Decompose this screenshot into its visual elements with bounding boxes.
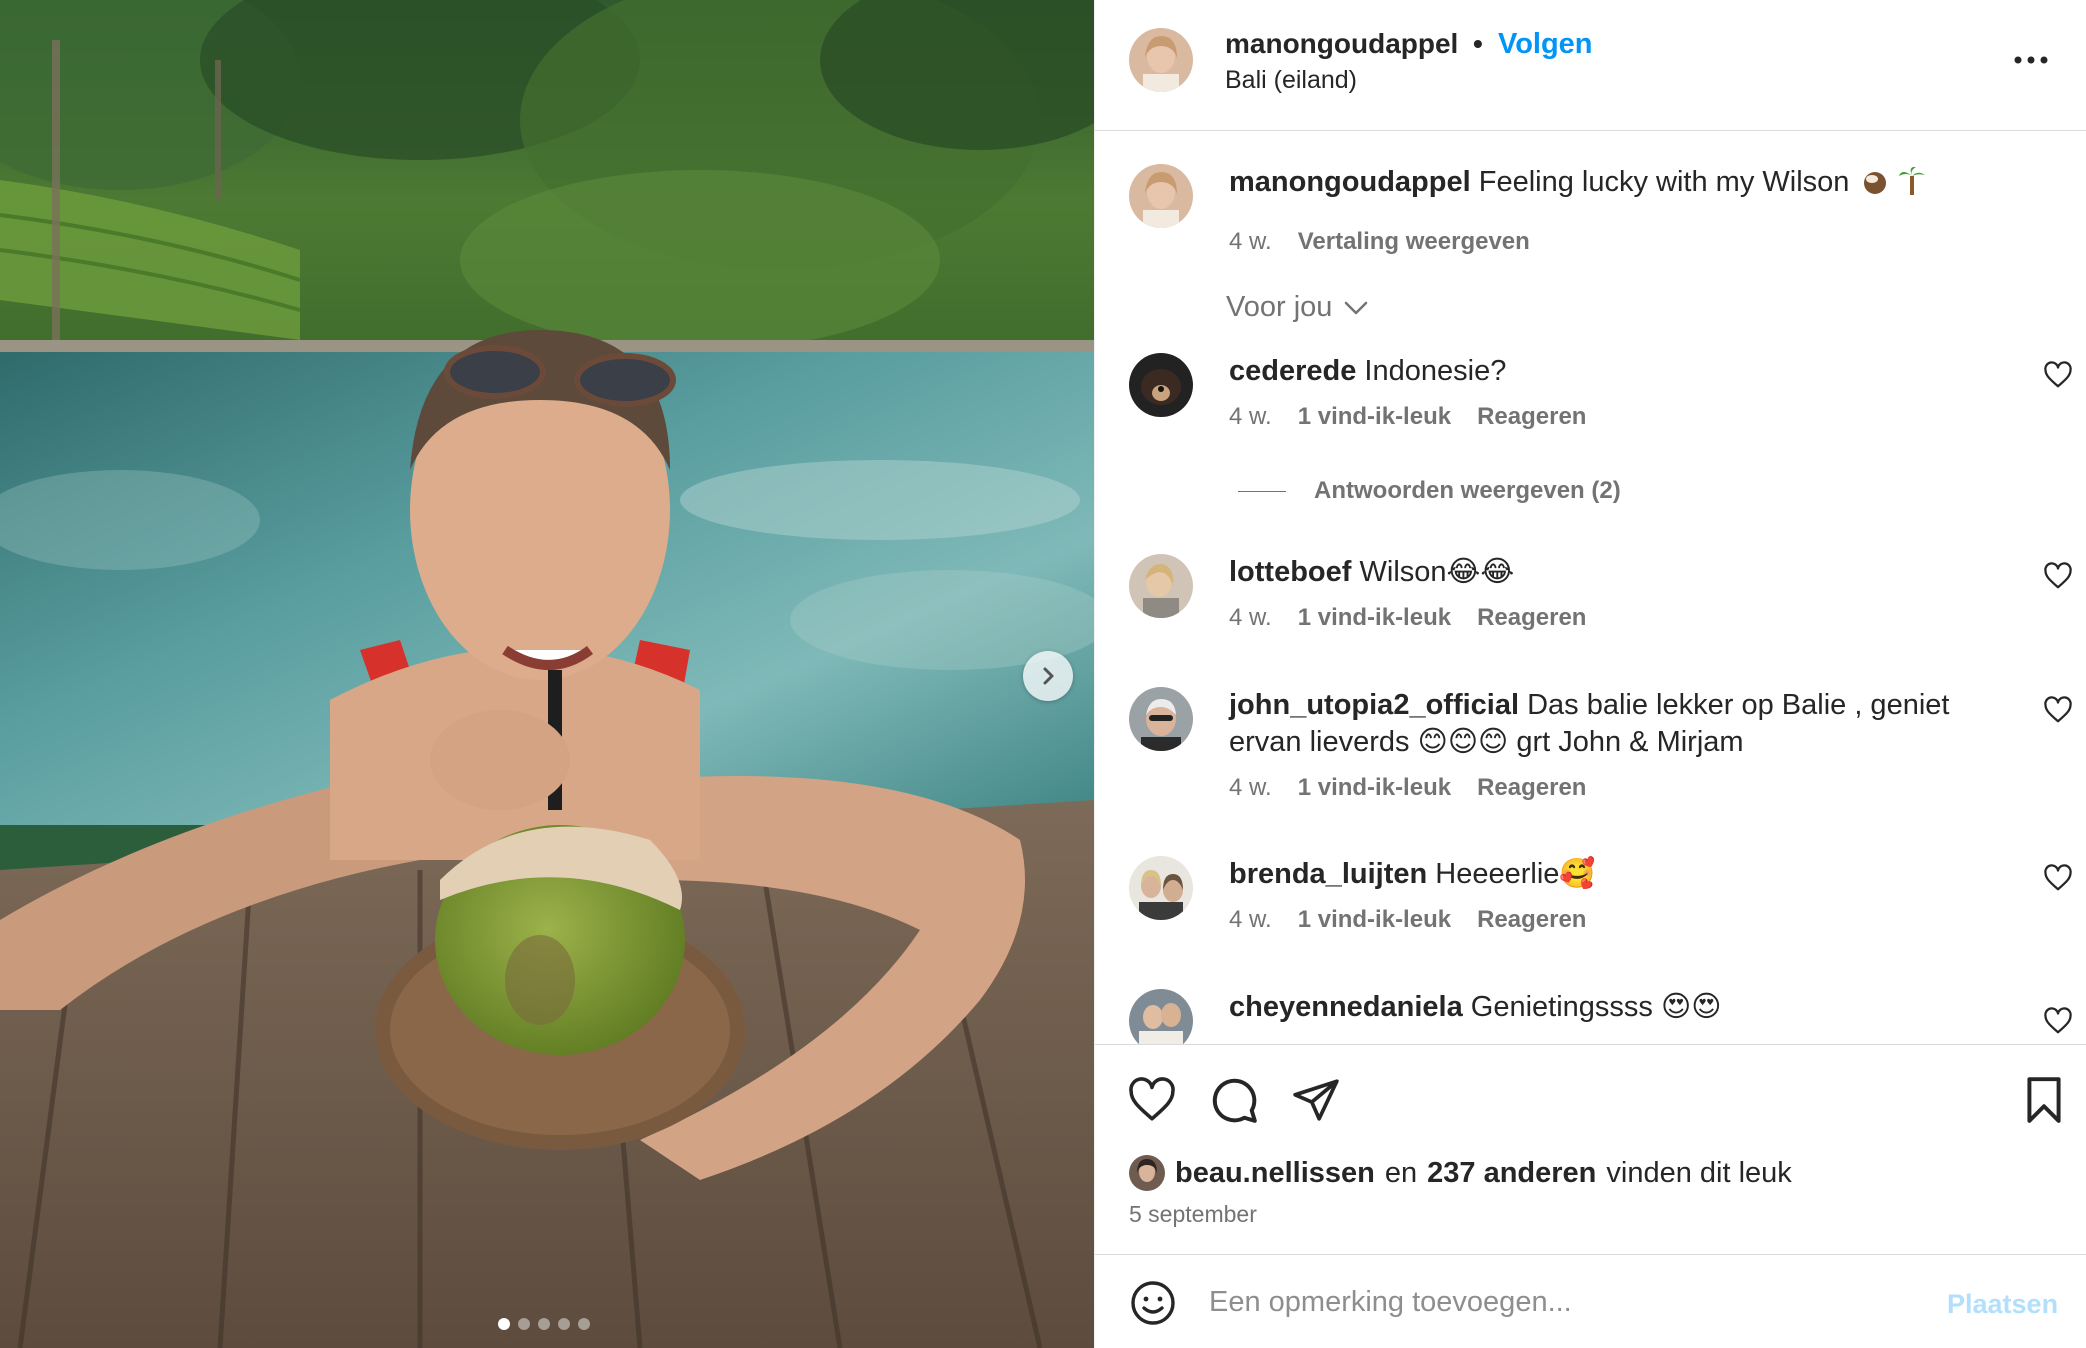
comment-age: 4 w. — [1229, 906, 1272, 933]
author-username[interactable]: manongoudappel — [1225, 28, 1458, 60]
comment-like-count[interactable]: 1 vind-ik-leuk — [1298, 774, 1451, 802]
carousel-dot — [518, 1318, 530, 1330]
comment-username[interactable]: brenda_luijten — [1229, 858, 1427, 890]
coconut-emoji-icon — [1864, 172, 1887, 194]
carousel-dot — [558, 1318, 570, 1330]
comment-text: cederede Indonesie? — [1229, 353, 1989, 390]
heart-icon[interactable] — [2043, 561, 2073, 591]
comment-age: 4 w. — [1229, 403, 1272, 430]
view-replies-button[interactable]: Antwoorden weergeven (2) — [1238, 477, 1621, 505]
commenter-avatar[interactable] — [1129, 989, 1193, 1044]
commenter-avatar[interactable] — [1129, 554, 1193, 618]
heart-icon[interactable] — [2043, 863, 2073, 893]
view-replies-label: Antwoorden weergeven (2) — [1314, 477, 1621, 504]
comment-icon[interactable] — [1209, 1075, 1259, 1125]
carousel-dot — [498, 1318, 510, 1330]
comment-like-count[interactable]: 1 vind-ik-leuk — [1298, 403, 1451, 431]
carousel-indicator — [498, 1318, 590, 1330]
caption-username[interactable]: manongoudappel — [1229, 166, 1471, 198]
comment-like-count[interactable]: 1 vind-ik-leuk — [1298, 604, 1451, 632]
comment-message: Genietingssss 😍😍 — [1470, 991, 1722, 1023]
heart-icon[interactable] — [2043, 360, 2073, 390]
comment-text: brenda_luijten Heeeerlie🥰 — [1229, 856, 1989, 893]
heart-icon[interactable] — [1127, 1075, 1177, 1125]
commenter-avatar[interactable] — [1129, 687, 1193, 751]
commenter-avatar[interactable] — [1129, 353, 1193, 417]
comment-composer: Plaatsen — [1095, 1254, 2086, 1348]
comment-message: Heeeerlie🥰 — [1435, 858, 1596, 890]
commenter-avatar[interactable] — [1129, 856, 1193, 920]
liker-avatar[interactable] — [1129, 1155, 1165, 1191]
caption-age: 4 w. — [1229, 228, 1272, 255]
likes-summary[interactable]: beau.nellissen en 237 anderen vinden dit… — [1129, 1155, 1792, 1191]
comment-text: john_utopia2_official Das balie lekker o… — [1229, 687, 1989, 761]
reply-button[interactable]: Reageren — [1477, 604, 1586, 632]
comment-text: cheyennedaniela Genietingssss 😍😍 — [1229, 989, 1989, 1026]
chevron-down-icon — [1345, 301, 1368, 314]
reply-button[interactable]: Reageren — [1477, 906, 1586, 934]
post-media — [0, 0, 1094, 1348]
comment-input[interactable] — [1209, 1277, 1909, 1327]
comment-username[interactable]: john_utopia2_official — [1229, 689, 1519, 721]
post-header: manongoudappel • Volgen Bali (eiland) — [1095, 0, 2086, 131]
send-icon[interactable] — [1291, 1075, 1341, 1125]
author-avatar[interactable] — [1129, 28, 1193, 92]
likes-suffix: vinden dit leuk — [1606, 1156, 1792, 1189]
post-date[interactable]: 5 september — [1129, 1201, 1257, 1228]
caption-meta: 4 w. Vertaling weergeven — [1229, 228, 1530, 256]
comment-message: Wilson😂😂 — [1359, 556, 1515, 588]
bookmark-icon[interactable] — [2019, 1075, 2069, 1125]
replies-divider — [1238, 490, 1286, 492]
heart-icon[interactable] — [2043, 1006, 2073, 1036]
post-photo — [0, 0, 1094, 1348]
comment-username[interactable]: cheyennedaniela — [1229, 991, 1463, 1023]
palm-tree-emoji-icon — [1898, 166, 1925, 195]
author-avatar[interactable] — [1129, 164, 1193, 228]
comment-meta: 4 w. 1 vind-ik-leuk Reageren — [1229, 774, 1586, 802]
comment-meta: 4 w. 1 vind-ik-leuk Reageren — [1229, 604, 1586, 632]
comment-sort-dropdown[interactable]: Voor jou — [1226, 291, 1368, 324]
heart-icon[interactable] — [2043, 695, 2073, 725]
carousel-next-button[interactable] — [1023, 651, 1073, 701]
post-actions: beau.nellissen en 237 anderen vinden dit… — [1095, 1044, 2086, 1254]
liker-username[interactable]: beau.nellissen — [1175, 1157, 1375, 1190]
post-comment-button[interactable]: Plaatsen — [1947, 1289, 2058, 1320]
carousel-dot — [538, 1318, 550, 1330]
caption-text: manongoudappel Feeling lucky with my Wil… — [1229, 164, 1989, 201]
comment-username[interactable]: cederede — [1229, 355, 1356, 387]
comment-age: 4 w. — [1229, 774, 1272, 801]
translate-link[interactable]: Vertaling weergeven — [1298, 228, 1530, 256]
reply-button[interactable]: Reageren — [1477, 774, 1586, 802]
chevron-right-icon — [1043, 667, 1054, 685]
header-separator: • — [1473, 28, 1483, 59]
comment-meta: 4 w. 1 vind-ik-leuk Reageren — [1229, 906, 1586, 934]
comment-like-count[interactable]: 1 vind-ik-leuk — [1298, 906, 1451, 934]
sort-label: Voor jou — [1226, 291, 1333, 323]
comment-text: lotteboef Wilson😂😂 — [1229, 554, 1989, 591]
comment-age: 4 w. — [1229, 604, 1272, 631]
follow-button[interactable]: Volgen — [1498, 28, 1593, 61]
ellipsis-icon — [2014, 56, 2048, 64]
carousel-dot — [578, 1318, 590, 1330]
likes-connector: en — [1384, 1156, 1418, 1189]
comment-username[interactable]: lotteboef — [1229, 556, 1351, 588]
reply-button[interactable]: Reageren — [1477, 403, 1586, 431]
more-options-button[interactable] — [2005, 42, 2057, 78]
post-location[interactable]: Bali (eiland) — [1225, 66, 1357, 95]
post-side-panel: manongoudappel • Volgen Bali (eiland) ma… — [1094, 0, 2086, 1348]
caption-message: Feeling lucky with my Wilson — [1478, 166, 1850, 198]
comments-list[interactable]: manongoudappel Feeling lucky with my Wil… — [1095, 131, 2086, 1044]
comment-message: Indonesie? — [1364, 355, 1507, 387]
likes-others[interactable]: 237 anderen — [1427, 1157, 1596, 1190]
comment-meta: 4 w. 1 vind-ik-leuk Reageren — [1229, 403, 1586, 431]
smiley-icon[interactable] — [1129, 1279, 1177, 1327]
